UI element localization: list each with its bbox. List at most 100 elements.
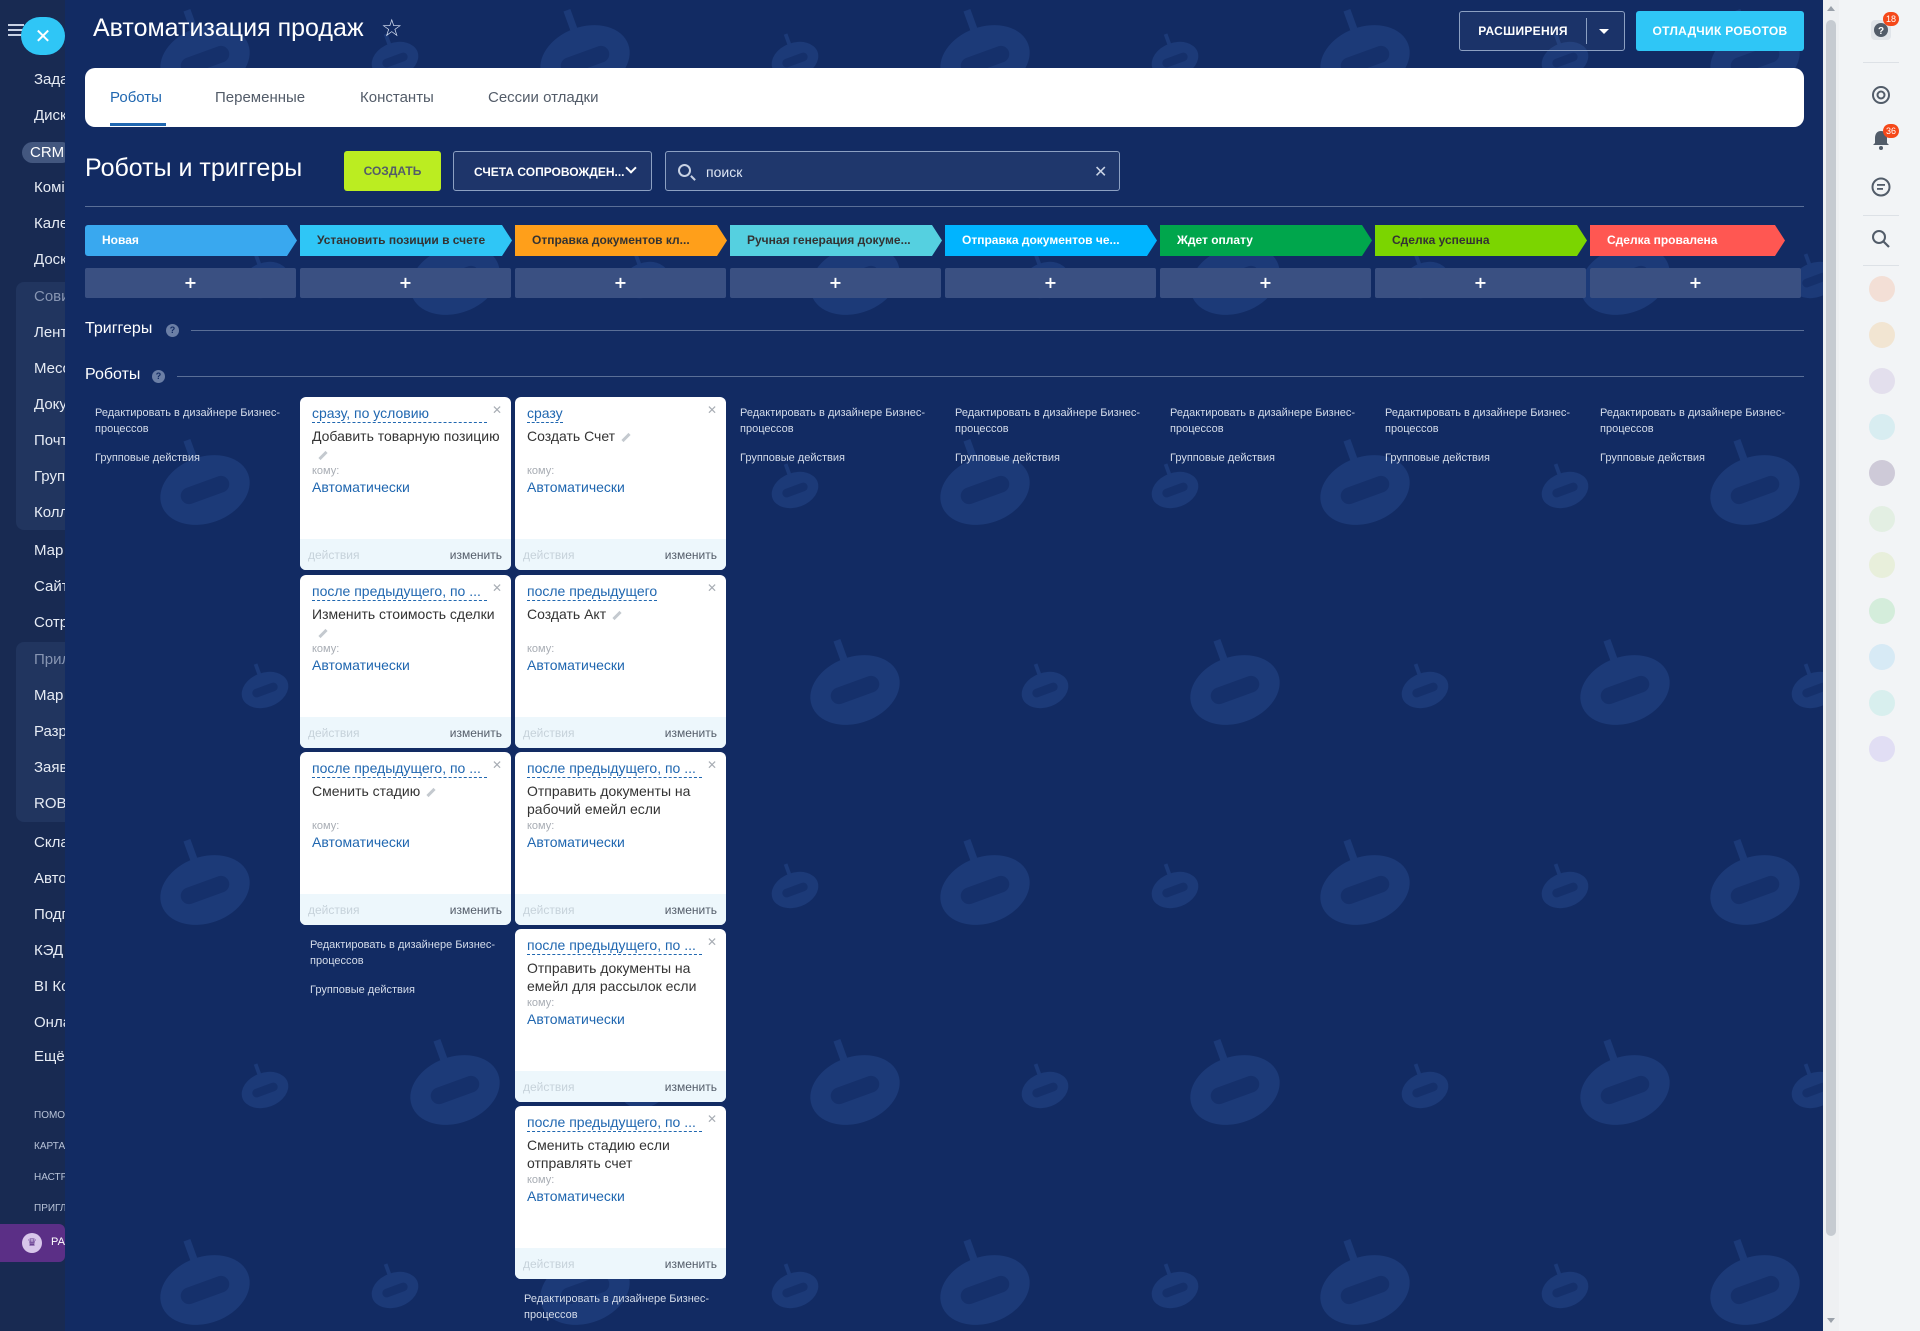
- avatar[interactable]: [1869, 276, 1895, 302]
- add-trigger-button[interactable]: +: [85, 268, 296, 298]
- robot-edit-link[interactable]: изменить: [450, 548, 502, 562]
- robot-actions-link[interactable]: действия: [523, 1080, 574, 1094]
- add-trigger-button[interactable]: +: [1160, 268, 1371, 298]
- sidebar-item[interactable]: Почт: [34, 432, 65, 449]
- sidebar-item[interactable]: Заяв: [34, 759, 65, 776]
- pencil-icon[interactable]: [426, 787, 436, 797]
- robot-condition[interactable]: после предыдущего, по ...: [527, 759, 702, 778]
- sidebar-item[interactable]: Мар: [34, 687, 63, 704]
- stage-manual-generation[interactable]: Ручная генерация докуме...: [730, 225, 942, 256]
- robot-actions-link[interactable]: действия: [308, 726, 359, 740]
- sidebar-item-crm[interactable]: CRM: [22, 142, 65, 163]
- stage-deal-lost[interactable]: Сделка провалена: [1590, 225, 1785, 256]
- pencil-icon[interactable]: [612, 610, 622, 620]
- robot-condition[interactable]: сразу, по условию: [312, 404, 487, 423]
- robot-edit-link[interactable]: изменить: [450, 726, 502, 740]
- avatar[interactable]: [1869, 460, 1895, 486]
- sidebar-item[interactable]: Сотр: [34, 614, 65, 631]
- robot-edit-link[interactable]: изменить: [450, 903, 502, 917]
- avatar[interactable]: [1869, 598, 1895, 624]
- edit-in-designer-link[interactable]: Редактировать в дизайнере Бизнес-процесс…: [524, 1291, 719, 1323]
- search-icon[interactable]: [1869, 227, 1893, 251]
- stage-send-docs-via[interactable]: Отправка документов че...: [945, 225, 1157, 256]
- sidebar-item[interactable]: КЭД: [34, 942, 63, 959]
- sidebar-item[interactable]: Месс: [34, 360, 65, 377]
- avatar[interactable]: [1869, 690, 1895, 716]
- delete-robot-icon[interactable]: ✕: [707, 758, 717, 772]
- favorite-star-icon[interactable]: ☆: [381, 14, 403, 42]
- sidebar-link-settings[interactable]: НАСТР: [34, 1172, 65, 1183]
- robot-responsible[interactable]: Автоматически: [527, 1188, 625, 1204]
- scrollbar-thumb[interactable]: [1826, 20, 1836, 1236]
- pencil-icon[interactable]: [621, 432, 631, 442]
- add-trigger-button[interactable]: +: [515, 268, 726, 298]
- sidebar-item[interactable]: Кале: [34, 215, 65, 232]
- extensions-button[interactable]: РАСШИРЕНИЯ: [1459, 11, 1625, 51]
- robot-card[interactable]: после предыдущего, по ... ✕ Сменить стад…: [300, 752, 511, 925]
- robot-card[interactable]: после предыдущего, по ... ✕ Отправить до…: [515, 752, 726, 925]
- sidebar-item[interactable]: Груп: [34, 468, 65, 485]
- stage-deal-won[interactable]: Сделка успешна: [1375, 225, 1587, 256]
- category-filter-select[interactable]: СЧЕТА СОПРОВОЖДЕН...: [453, 151, 652, 191]
- add-trigger-button[interactable]: +: [730, 268, 941, 298]
- robot-condition[interactable]: после предыдущего, по ...: [312, 759, 487, 778]
- robot-card[interactable]: сразу ✕ Создать Счет кому: Автоматически…: [515, 397, 726, 570]
- robot-condition[interactable]: после предыдущего, по ...: [527, 936, 702, 955]
- search-input[interactable]: [706, 161, 1076, 183]
- robot-condition[interactable]: после предыдущего, по ...: [527, 1113, 702, 1132]
- robot-edit-link[interactable]: изменить: [665, 726, 717, 740]
- delete-robot-icon[interactable]: ✕: [707, 403, 717, 417]
- sidebar-item[interactable]: ROB: [34, 795, 65, 812]
- stage-send-docs-client[interactable]: Отправка документов кл...: [515, 225, 727, 256]
- avatar[interactable]: [1869, 506, 1895, 532]
- robot-actions-link[interactable]: действия: [308, 548, 359, 562]
- sidebar-item[interactable]: Скла: [34, 834, 65, 851]
- group-actions-link[interactable]: Групповые действия: [1600, 450, 1705, 466]
- scroll-down-icon[interactable]: [1827, 1318, 1835, 1323]
- avatar[interactable]: [1869, 552, 1895, 578]
- robot-actions-link[interactable]: действия: [523, 548, 574, 562]
- robot-card[interactable]: после предыдущего, по ... ✕ Изменить сто…: [300, 575, 511, 748]
- help-icon[interactable]: ?: [166, 324, 179, 337]
- robot-card[interactable]: сразу, по условию ✕ Добавить товарную по…: [300, 397, 511, 570]
- sidebar-item[interactable]: Разр: [34, 723, 65, 740]
- add-trigger-button[interactable]: +: [1375, 268, 1586, 298]
- sidebar-item[interactable]: Доку: [34, 396, 65, 413]
- robot-responsible[interactable]: Автоматически: [527, 1011, 625, 1027]
- robot-debugger-button[interactable]: ОТЛАДЧИК РОБОТОВ: [1636, 11, 1804, 51]
- group-actions-link[interactable]: Групповые действия: [1385, 450, 1490, 466]
- delete-robot-icon[interactable]: ✕: [492, 581, 502, 595]
- sidebar-item[interactable]: Доск: [34, 251, 65, 268]
- stage-set-positions[interactable]: Установить позиции в счете: [300, 225, 512, 256]
- stage-awaiting-payment[interactable]: Ждет оплату: [1160, 225, 1372, 256]
- sidebar-item[interactable]: Лент: [34, 324, 65, 341]
- sidebar-item-more[interactable]: Ещё: [34, 1048, 65, 1065]
- scroll-up-icon[interactable]: [1827, 6, 1835, 11]
- sidebar-item[interactable]: Мар: [34, 542, 63, 559]
- edit-in-designer-link[interactable]: Редактировать в дизайнере Бизнес-процесс…: [95, 405, 290, 437]
- delete-robot-icon[interactable]: ✕: [492, 758, 502, 772]
- robot-condition[interactable]: сразу: [527, 404, 563, 423]
- group-actions-link[interactable]: Групповые действия: [1170, 450, 1275, 466]
- group-actions-link[interactable]: Групповые действия: [95, 450, 200, 466]
- delete-robot-icon[interactable]: ✕: [707, 935, 717, 949]
- pencil-icon[interactable]: [318, 450, 328, 460]
- sidebar-link-sitemap[interactable]: КАРТА: [34, 1141, 65, 1152]
- avatar[interactable]: [1869, 644, 1895, 670]
- dropdown-caret-icon[interactable]: [1599, 29, 1609, 34]
- copilot-icon[interactable]: [1869, 83, 1893, 107]
- sidebar-item[interactable]: Подг: [34, 906, 65, 923]
- tab-robots[interactable]: Роботы: [110, 89, 162, 106]
- create-button[interactable]: СОЗДАТЬ: [344, 151, 441, 191]
- robot-responsible[interactable]: Автоматически: [312, 479, 410, 495]
- avatar[interactable]: [1869, 414, 1895, 440]
- stage-new[interactable]: Новая: [85, 225, 297, 256]
- clear-search-icon[interactable]: ✕: [1094, 162, 1107, 181]
- robot-responsible[interactable]: Автоматически: [312, 834, 410, 850]
- robot-responsible[interactable]: Автоматически: [527, 657, 625, 673]
- sidebar-item[interactable]: Онла: [34, 1014, 65, 1031]
- robot-responsible[interactable]: Автоматически: [312, 657, 410, 673]
- sidebar-item[interactable]: Колл: [34, 504, 65, 521]
- robot-actions-link[interactable]: действия: [523, 726, 574, 740]
- edit-in-designer-link[interactable]: Редактировать в дизайнере Бизнес-процесс…: [1385, 405, 1580, 437]
